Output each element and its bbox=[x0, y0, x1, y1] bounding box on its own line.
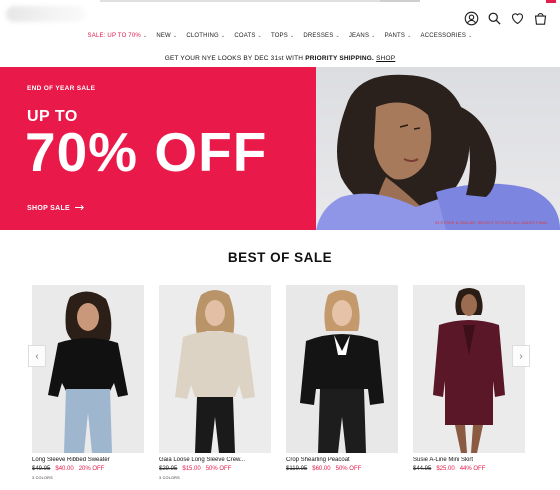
hero-disclaimer: IN STORE & ONLINE. SELECT STYLES. ALL SA… bbox=[434, 220, 548, 225]
promo-text: GET YOUR NYE LOOKS BY DEC 31st WITH bbox=[164, 55, 306, 62]
chevron-down-icon: ⌄ bbox=[407, 33, 412, 39]
nav-item-new[interactable]: NEW ⌄ bbox=[156, 33, 177, 39]
promo-banner: GET YOUR NYE LOOKS BY DEC 31st WITH PRIO… bbox=[0, 55, 560, 62]
product-card[interactable]: Crop Shearling Peacoat $119.95 $60.00 50… bbox=[286, 285, 398, 476]
color-count: 3 COLORS bbox=[159, 476, 180, 480]
product-card[interactable]: Long Sleeve Ribbed Sweater $49.95 $40.00… bbox=[32, 285, 144, 480]
discount-badge: 50% OFF bbox=[335, 466, 362, 472]
logo[interactable] bbox=[6, 6, 86, 22]
search-icon[interactable] bbox=[486, 10, 502, 26]
nav-item-accessories[interactable]: ACCESSORIES ⌄ bbox=[421, 33, 473, 39]
sale-price: $40.00 bbox=[55, 466, 74, 472]
promo-shop-link[interactable]: SHOP bbox=[376, 55, 395, 62]
product-image[interactable] bbox=[413, 285, 525, 453]
sale-price: $60.00 bbox=[312, 466, 331, 472]
product-name[interactable]: Long Sleeve Ribbed Sweater bbox=[32, 457, 144, 463]
color-count: 3 COLORS bbox=[32, 476, 53, 480]
original-price: $49.95 bbox=[32, 466, 51, 472]
chevron-left-icon: ‹ bbox=[35, 350, 39, 362]
hero-image[interactable]: IN STORE & ONLINE. SELECT STYLES. ALL SA… bbox=[316, 67, 560, 230]
product-prices: $44.95 $25.00 44% OFF bbox=[413, 466, 525, 472]
hero-panel[interactable]: END OF YEAR SALE UP TO 70% OFF SHOP SALE bbox=[0, 67, 316, 230]
chevron-down-icon: ⌄ bbox=[257, 33, 262, 39]
product-photo bbox=[159, 285, 271, 453]
discount-badge: 44% OFF bbox=[459, 466, 486, 472]
hero-headline: 70% OFF bbox=[25, 121, 268, 183]
product-prices: $49.95 $40.00 20% OFF bbox=[32, 466, 144, 472]
header-icons bbox=[463, 10, 548, 26]
main-nav: SALE: UP TO 70% ⌄ NEW ⌄ CLOTHING ⌄ COATS ⌄ T… bbox=[0, 33, 560, 39]
original-price: $29.95 bbox=[159, 466, 178, 472]
nav-item-coats[interactable]: COATS ⌄ bbox=[234, 33, 262, 39]
accent-marker bbox=[546, 0, 556, 3]
product-photo bbox=[32, 285, 144, 453]
original-price: $119.95 bbox=[286, 466, 308, 472]
divider bbox=[100, 0, 400, 2]
product-card[interactable]: Susie A-Line Mini Skirt $44.95 $25.00 44… bbox=[413, 285, 525, 476]
chevron-right-icon: › bbox=[519, 350, 523, 362]
product-carousel: Long Sleeve Ribbed Sweater $49.95 $40.00… bbox=[28, 285, 530, 490]
carousel-next-button[interactable]: › bbox=[512, 345, 530, 367]
product-name[interactable]: Susie A-Line Mini Skirt bbox=[413, 457, 525, 463]
discount-badge: 20% OFF bbox=[78, 466, 105, 472]
account-icon[interactable] bbox=[463, 10, 479, 26]
product-photo bbox=[413, 285, 525, 453]
chevron-down-icon: ⌄ bbox=[172, 33, 178, 39]
chevron-down-icon: ⌄ bbox=[371, 33, 376, 39]
promo-bold: PRIORITY SHIPPING. bbox=[305, 55, 375, 62]
divider bbox=[380, 0, 420, 2]
hero-banner: END OF YEAR SALE UP TO 70% OFF SHOP SALE… bbox=[0, 67, 560, 230]
product-card[interactable]: Gaia Loose Long Sleeve Crew... $29.95 $1… bbox=[159, 285, 271, 480]
bag-icon[interactable] bbox=[532, 10, 548, 26]
product-name[interactable]: Crop Shearling Peacoat bbox=[286, 457, 398, 463]
section-title: BEST OF SALE bbox=[227, 250, 333, 265]
discount-badge: 50% OFF bbox=[205, 466, 232, 472]
top-bar bbox=[0, 0, 560, 32]
original-price: $44.95 bbox=[413, 466, 432, 472]
nav-item-dresses[interactable]: DRESSES ⌄ bbox=[303, 33, 339, 39]
arrow-right-icon bbox=[75, 204, 84, 213]
chevron-down-icon: ⌄ bbox=[289, 33, 295, 39]
product-prices: $29.95 $15.00 50% OFF bbox=[159, 466, 271, 472]
chevron-down-icon: ⌄ bbox=[335, 33, 340, 39]
chevron-down-icon: ⌄ bbox=[220, 33, 226, 39]
product-name[interactable]: Gaia Loose Long Sleeve Crew... bbox=[159, 457, 271, 463]
heart-icon[interactable] bbox=[509, 10, 525, 26]
shop-sale-label: SHOP SALE bbox=[27, 205, 71, 212]
hero-eyebrow: END OF YEAR SALE bbox=[27, 85, 96, 92]
nav-item-tops[interactable]: TOPS ⌄ bbox=[271, 33, 294, 39]
shop-sale-link[interactable]: SHOP SALE bbox=[27, 204, 84, 213]
nav-item-clothing[interactable]: CLOTHING ⌄ bbox=[186, 33, 225, 39]
chevron-down-icon: ⌄ bbox=[468, 33, 473, 39]
model-portrait bbox=[316, 74, 560, 230]
product-image[interactable] bbox=[159, 285, 271, 453]
nav-item-jeans[interactable]: JEANS ⌄ bbox=[349, 33, 376, 39]
product-photo bbox=[286, 285, 398, 453]
carousel-prev-button[interactable]: ‹ bbox=[28, 345, 46, 367]
sale-price: $15.00 bbox=[182, 466, 201, 472]
product-prices: $119.95 $60.00 50% OFF bbox=[286, 466, 398, 472]
nav-item-sale[interactable]: SALE: UP TO 70% ⌄ bbox=[88, 33, 148, 39]
nav-item-pants[interactable]: PANTS ⌄ bbox=[385, 33, 412, 39]
product-image[interactable] bbox=[32, 285, 144, 453]
sale-price: $25.00 bbox=[436, 466, 455, 472]
product-image[interactable] bbox=[286, 285, 398, 453]
chevron-down-icon: ⌄ bbox=[142, 33, 148, 39]
